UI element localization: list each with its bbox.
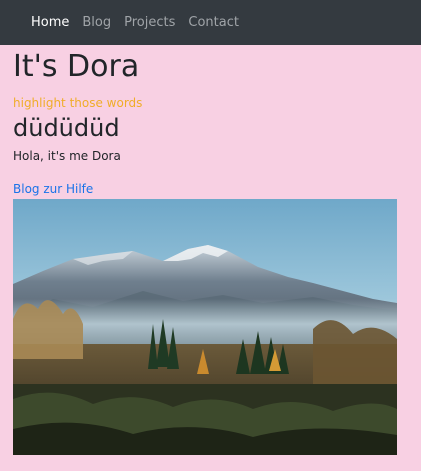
main-content: It's Dora highlight those words düdüdüd … [0,49,421,455]
blog-help-link[interactable]: Blog zur Hilfe [13,182,93,196]
highlight-text: highlight those words [13,96,143,110]
nav-blog-link[interactable]: Blog [82,15,111,30]
page-title: It's Dora [13,49,140,84]
nav-projects-link[interactable]: Projects [124,15,175,30]
mountain-landscape-image [13,199,397,455]
subtitle-heading: düdüdüd [13,114,120,142]
nav-contact-link[interactable]: Contact [188,15,239,30]
nav-home-link[interactable]: Home [31,15,69,30]
navbar: Home Blog Projects Contact [0,0,421,45]
intro-paragraph: Hola, it's me Dora [13,149,121,163]
